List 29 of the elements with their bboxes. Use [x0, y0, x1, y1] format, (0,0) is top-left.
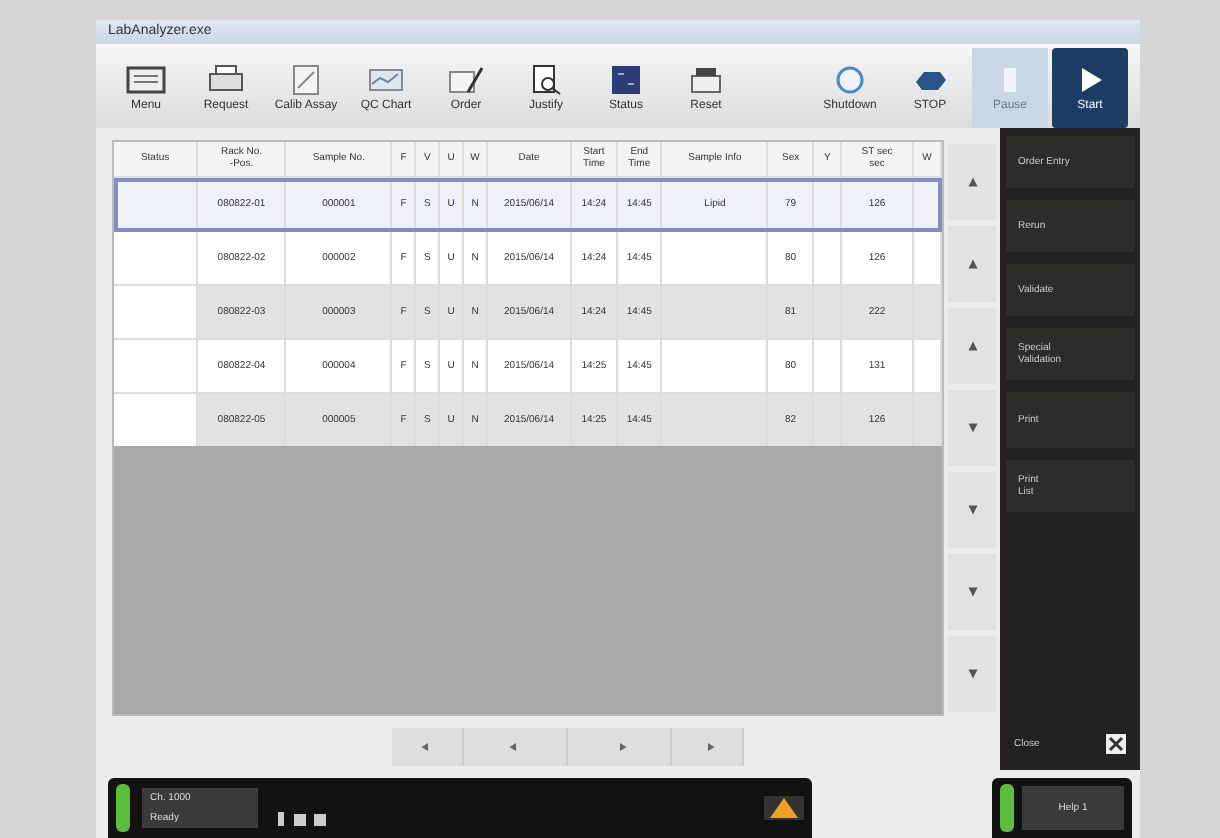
warning-icon[interactable]: [764, 796, 804, 820]
page-button[interactable]: [464, 728, 568, 766]
scroll-button[interactable]: [948, 636, 996, 712]
close-button[interactable]: [1106, 734, 1126, 754]
status-icon: [606, 64, 646, 96]
scroll-button[interactable]: [948, 554, 996, 630]
chart-icon: [366, 64, 406, 96]
arrow-icon: [967, 258, 977, 270]
page-button[interactable]: [672, 728, 744, 766]
grid-icon: [126, 64, 166, 96]
scroll-button[interactable]: [948, 308, 996, 384]
arrow-icon: [967, 668, 977, 680]
scroll-button[interactable]: [948, 226, 996, 302]
arrow-icon: [967, 504, 977, 516]
scroll-button[interactable]: [948, 472, 996, 548]
arrow-icon: [967, 422, 977, 434]
scroll-button[interactable]: [948, 390, 996, 466]
printer-icon: [206, 64, 246, 96]
pen-icon: [446, 64, 486, 96]
page-button[interactable]: [392, 728, 464, 766]
status-light: [1000, 784, 1014, 832]
close-icon: [1108, 736, 1124, 752]
status-light: [116, 784, 130, 832]
arrow-icon: [967, 176, 977, 188]
page-button[interactable]: [568, 728, 672, 766]
tray-icon: [686, 64, 726, 96]
scroll-button[interactable]: [948, 144, 996, 220]
arrow-icon: [967, 586, 977, 598]
arrow-icon: [967, 340, 977, 352]
